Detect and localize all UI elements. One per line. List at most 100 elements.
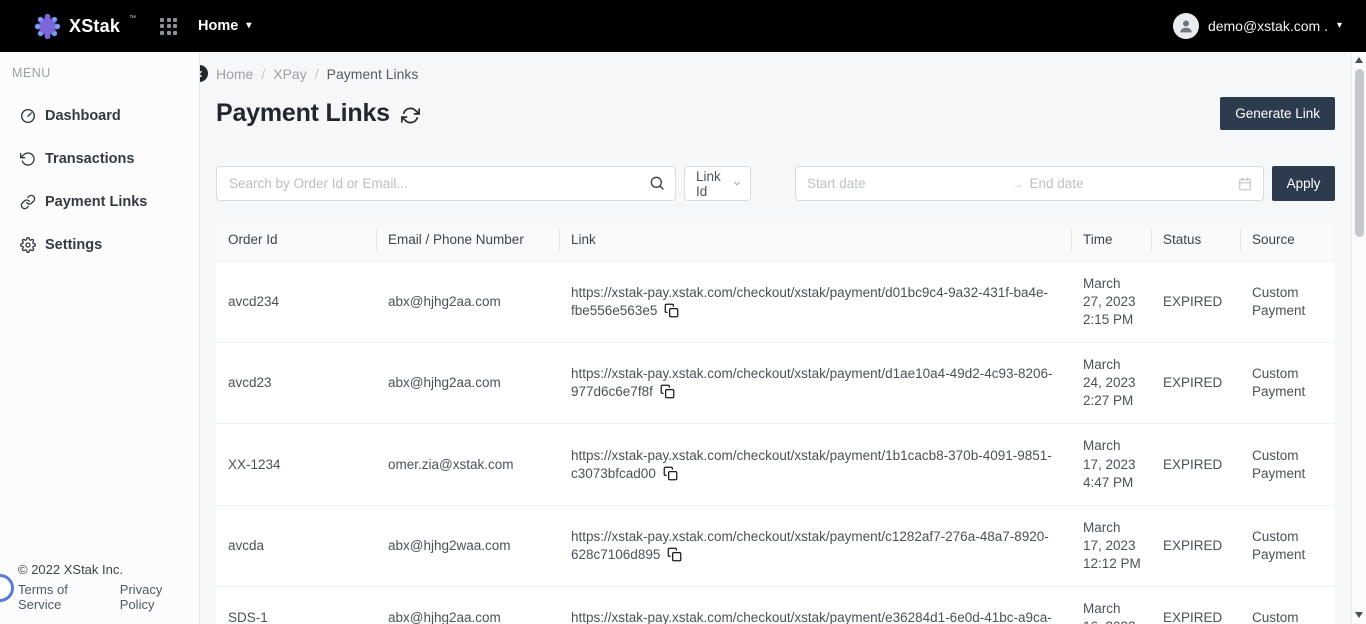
- copy-link-icon[interactable]: [664, 303, 679, 318]
- breadcrumb-home[interactable]: Home: [216, 66, 253, 82]
- menu-heading: MENU: [12, 66, 199, 80]
- copy-link-icon[interactable]: [663, 466, 678, 481]
- decorative-circle: [0, 574, 14, 602]
- end-date-input[interactable]: [1030, 176, 1233, 191]
- sidebar: MENU Dashboard Transactions Payment Link…: [0, 52, 200, 624]
- workspace-menu[interactable]: Home ▾: [198, 18, 251, 34]
- avatar: [1173, 13, 1199, 39]
- sidebar-item-transactions[interactable]: Transactions: [0, 145, 199, 173]
- app-launcher-icon[interactable]: [160, 18, 177, 35]
- brand: XStak ™: [34, 13, 135, 40]
- cell-order-id: avcd234: [216, 262, 376, 343]
- sidebar-item-payment-links[interactable]: Payment Links: [0, 188, 199, 216]
- cell-source: Custom Payment: [1240, 262, 1335, 343]
- user-email: demo@xstak.com .: [1208, 18, 1328, 34]
- col-order-id: Order Id: [216, 218, 376, 262]
- gear-icon: [20, 237, 36, 253]
- page-title: Payment Links: [216, 99, 390, 128]
- scrollbar-up-icon[interactable]: [1355, 57, 1363, 63]
- range-arrow-icon: →: [1010, 177, 1030, 191]
- date-range-picker[interactable]: →: [795, 166, 1264, 201]
- cell-status: EXPIRED: [1151, 424, 1240, 505]
- cell-email: abx@hjhg2aa.com: [376, 586, 559, 624]
- transactions-icon: [20, 151, 36, 167]
- payment-links-table: Order Id Email / Phone Number Link Time …: [216, 218, 1335, 624]
- sidebar-item-dashboard[interactable]: Dashboard: [0, 102, 199, 130]
- search-icon[interactable]: [649, 175, 665, 191]
- table-row: XX-1234 omer.zia@xstak.com https://xstak…: [216, 424, 1335, 505]
- breadcrumb-separator: /: [315, 66, 319, 82]
- copy-link-icon[interactable]: [660, 384, 675, 399]
- col-link: Link: [559, 218, 1071, 262]
- link-type-select[interactable]: Link Id: [684, 166, 751, 201]
- time-clock: 12:12 PM: [1083, 555, 1139, 573]
- col-source: Source: [1240, 218, 1335, 262]
- cell-link: https://xstak-pay.xstak.com/checkout/xst…: [559, 343, 1071, 424]
- col-time: Time: [1071, 218, 1151, 262]
- col-status: Status: [1151, 218, 1240, 262]
- payment-link-text: https://xstak-pay.xstak.com/checkout/xst…: [571, 285, 1048, 318]
- refresh-icon: [401, 106, 420, 125]
- time-clock: 2:27 PM: [1083, 392, 1139, 410]
- time-date: March 17, 2023: [1083, 520, 1136, 553]
- user-icon: [1177, 17, 1195, 35]
- cell-email: abx@hjhg2aa.com: [376, 262, 559, 343]
- cell-status: EXPIRED: [1151, 343, 1240, 424]
- terms-of-service-link[interactable]: Terms of Service: [18, 582, 113, 612]
- search-input[interactable]: [216, 166, 676, 201]
- cell-order-id: avcd23: [216, 343, 376, 424]
- cell-order-id: XX-1234: [216, 424, 376, 505]
- user-menu[interactable]: demo@xstak.com . ▾: [1173, 13, 1342, 39]
- time-clock: 2:15 PM: [1083, 311, 1139, 329]
- link-icon: [20, 194, 36, 210]
- privacy-policy-link[interactable]: Privacy Policy: [120, 582, 199, 612]
- breadcrumb-xpay[interactable]: XPay: [273, 66, 306, 82]
- payment-link-text: https://xstak-pay.xstak.com/checkout/xst…: [571, 366, 1053, 399]
- scrollbar-down-icon[interactable]: [1355, 612, 1363, 618]
- calendar-icon[interactable]: [1238, 177, 1252, 191]
- gauge-icon: [20, 108, 36, 124]
- brand-trademark: ™: [129, 15, 136, 22]
- breadcrumb-separator: /: [261, 66, 265, 82]
- payment-link-text: https://xstak-pay.xstak.com/checkout/xst…: [571, 448, 1052, 481]
- cell-link: https://xstak-pay.xstak.com/checkout/xst…: [559, 424, 1071, 505]
- cell-status: EXPIRED: [1151, 262, 1240, 343]
- payment-link-text: https://xstak-pay.xstak.com/checkout/xst…: [571, 610, 1052, 624]
- sidebar-item-settings[interactable]: Settings: [0, 231, 199, 259]
- caret-down-icon: ▾: [246, 21, 251, 31]
- col-email-phone: Email / Phone Number: [376, 218, 559, 262]
- copyright-text: © 2022 XStak Inc.: [18, 562, 199, 577]
- cell-source: Custom: [1240, 586, 1335, 624]
- refresh-button[interactable]: [401, 106, 420, 125]
- sidebar-item-label: Dashboard: [45, 108, 121, 124]
- time-date: March 24, 2023: [1083, 357, 1136, 390]
- scrollbar-thumb[interactable]: [1355, 69, 1364, 237]
- cell-time: March 27, 2023 2:15 PM: [1071, 262, 1151, 343]
- copy-link-icon[interactable]: [667, 547, 682, 562]
- sidebar-item-label: Transactions: [45, 151, 134, 167]
- breadcrumb: Home / XPay / Payment Links: [216, 66, 1335, 82]
- caret-down-icon: ▾: [1337, 21, 1342, 31]
- page-scrollbar[interactable]: [1351, 52, 1366, 624]
- table-row: avcda abx@hjhg2waa.com https://xstak-pay…: [216, 505, 1335, 586]
- cell-source: Custom Payment: [1240, 343, 1335, 424]
- cell-source: Custom Payment: [1240, 424, 1335, 505]
- start-date-input[interactable]: [807, 176, 1010, 191]
- generate-link-button[interactable]: Generate Link: [1220, 97, 1335, 130]
- table-row: SDS-1 abx@hjhg2aa.com https://xstak-pay.…: [216, 586, 1335, 624]
- cell-email: abx@hjhg2waa.com: [376, 505, 559, 586]
- table-header-row: Order Id Email / Phone Number Link Time …: [216, 218, 1335, 262]
- cell-source: Custom Payment: [1240, 505, 1335, 586]
- time-clock: 4:47 PM: [1083, 474, 1139, 492]
- cell-email: abx@hjhg2aa.com: [376, 343, 559, 424]
- apply-button[interactable]: Apply: [1272, 166, 1335, 201]
- cell-time: March 16, 2023: [1071, 586, 1151, 624]
- link-type-value: Link Id: [696, 169, 732, 199]
- cell-order-id: SDS-1: [216, 586, 376, 624]
- sidebar-item-label: Payment Links: [45, 194, 147, 210]
- payment-link-text: https://xstak-pay.xstak.com/checkout/xst…: [571, 529, 1049, 562]
- chevron-down-icon: [732, 178, 742, 189]
- time-date: March 27, 2023: [1083, 276, 1136, 309]
- cell-link: https://xstak-pay.xstak.com/checkout/xst…: [559, 505, 1071, 586]
- cell-email: omer.zia@xstak.com: [376, 424, 559, 505]
